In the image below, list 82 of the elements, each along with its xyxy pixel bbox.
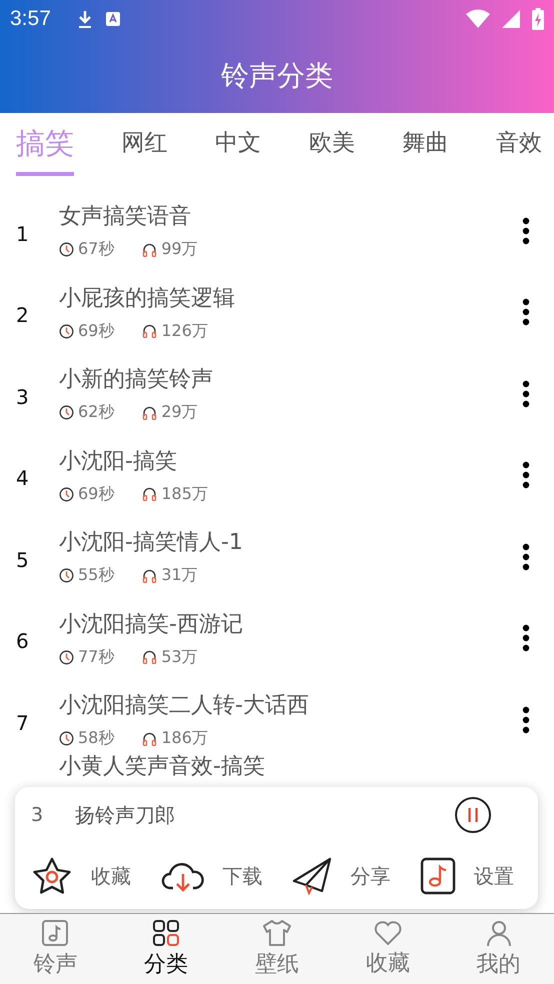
heart-icon xyxy=(374,920,402,946)
action-label[interactable]: 设置 xyxy=(474,862,514,890)
duration-text: 69秒 xyxy=(78,320,114,342)
headphones-icon xyxy=(142,568,158,583)
ringtone-title[interactable]: 小屁孩的搞笑逻辑 xyxy=(59,282,522,313)
category-tab[interactable]: 网红 xyxy=(122,127,168,170)
keyboard-icon xyxy=(104,11,121,27)
status-time: 3:57 xyxy=(10,7,51,31)
headphones-icon xyxy=(142,732,158,746)
signal-icon xyxy=(502,10,520,28)
headphones-icon xyxy=(142,650,158,664)
more-icon[interactable] xyxy=(522,706,530,734)
row-number: 3 xyxy=(16,384,30,409)
action-label[interactable]: 下载 xyxy=(222,862,263,890)
clock-icon xyxy=(59,731,74,746)
ringtone-title[interactable]: 小新的搞笑铃声 xyxy=(59,364,522,394)
battery-icon xyxy=(532,8,544,30)
nav-tab[interactable]: 分类 xyxy=(116,914,216,984)
duration-text: 77秒 xyxy=(78,646,114,668)
duration-text: 67秒 xyxy=(78,239,114,260)
star-icon[interactable] xyxy=(31,856,73,896)
more-icon[interactable] xyxy=(522,542,530,571)
ringtone-title[interactable]: 小沈阳搞笑二人转-大话西 xyxy=(59,690,522,720)
duration-text: 55秒 xyxy=(78,565,114,586)
headphones-icon xyxy=(142,242,158,257)
row-number: 7 xyxy=(16,710,30,735)
row-number: 1 xyxy=(16,220,30,246)
more-icon[interactable] xyxy=(522,380,530,408)
action-label[interactable]: 分享 xyxy=(350,862,390,890)
person-icon xyxy=(484,919,513,947)
nav-tab[interactable]: 壁纸 xyxy=(226,914,327,984)
paper-plane-icon[interactable] xyxy=(292,857,332,895)
play-count: 126万 xyxy=(161,320,208,342)
more-icon[interactable] xyxy=(522,298,530,326)
play-count: 99万 xyxy=(161,239,198,260)
clock-icon xyxy=(59,405,74,420)
nav-tab[interactable]: 我的 xyxy=(448,914,549,984)
clock-icon xyxy=(59,568,74,584)
duration-text: 58秒 xyxy=(78,728,114,750)
play-count: 53万 xyxy=(161,646,198,668)
track-title: 扬铃声刀郎 xyxy=(75,802,176,828)
play-count: 31万 xyxy=(161,565,198,586)
category-tab[interactable]: 中文 xyxy=(215,127,262,170)
page-title: 铃声分类 xyxy=(221,58,333,94)
play-count: 185万 xyxy=(161,484,208,505)
ringtone-title[interactable]: 女声搞笑语音 xyxy=(59,201,522,232)
action-label[interactable]: 收藏 xyxy=(91,862,131,890)
nav-tab[interactable]: 铃声 xyxy=(5,914,106,984)
more-icon[interactable] xyxy=(522,216,530,245)
headphones-icon xyxy=(142,406,158,420)
clock-icon xyxy=(59,486,74,502)
category-tab[interactable]: 欧美 xyxy=(308,127,355,170)
clock-icon xyxy=(59,650,74,665)
ringtone-title[interactable]: 小沈阳搞笑-西游记 xyxy=(59,608,522,639)
nav-tab[interactable]: 收藏 xyxy=(338,914,438,984)
category-tab[interactable]: 音效 xyxy=(496,127,542,170)
duration-text: 69秒 xyxy=(78,484,114,505)
ringtone-title[interactable]: 小黄人笑声音效-搞笑 xyxy=(59,750,530,780)
play-count: 186万 xyxy=(161,728,208,750)
more-icon[interactable] xyxy=(522,624,530,652)
ringtone-title[interactable]: 小沈阳-搞笑情人-1 xyxy=(59,527,522,558)
pause-icon[interactable] xyxy=(454,796,492,834)
shirt-icon xyxy=(262,919,292,947)
headphones-icon xyxy=(142,487,158,502)
wifi-icon xyxy=(466,9,490,29)
download-icon xyxy=(76,9,93,29)
music-note-icon xyxy=(41,919,70,947)
row-number: 5 xyxy=(16,546,30,572)
row-number: 4 xyxy=(16,465,30,490)
clock-icon xyxy=(59,324,74,339)
headphones-icon xyxy=(142,324,158,338)
music-note-icon[interactable] xyxy=(420,857,456,895)
category-tab[interactable]: 舞曲 xyxy=(402,127,448,170)
track-number: 3 xyxy=(31,804,44,826)
duration-text: 62秒 xyxy=(78,402,114,424)
ringtone-title[interactable]: 小沈阳-搞笑 xyxy=(59,446,522,476)
play-count: 29万 xyxy=(161,402,198,424)
grid-icon xyxy=(152,919,180,947)
clock-icon xyxy=(59,242,74,258)
more-icon[interactable] xyxy=(522,461,530,490)
row-number: 2 xyxy=(16,302,30,328)
row-number: 6 xyxy=(16,628,30,654)
